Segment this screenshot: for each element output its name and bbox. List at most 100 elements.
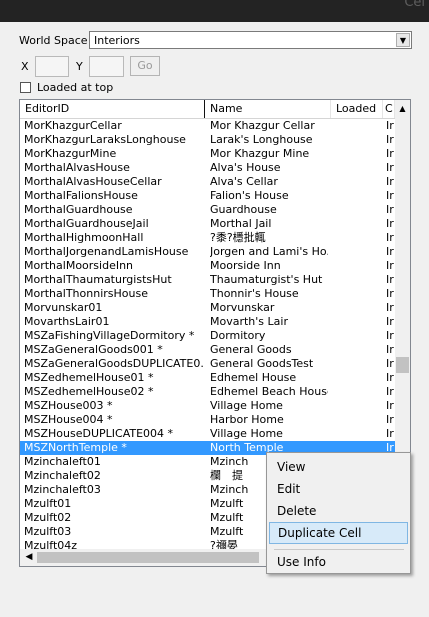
x-label: X [21, 60, 29, 73]
cell-editorid: MSZedhemelHouse01 * [24, 371, 154, 384]
cell-editorid: MorKhazgurMine [24, 147, 117, 160]
dropdown-arrow-icon[interactable]: ▼ [396, 33, 410, 47]
cell-editorid: Mzulft02 [24, 511, 72, 524]
table-row[interactable]: MorthalGuardhouse Guardhouse Ir [20, 203, 395, 217]
cell-name: Morthal Jail [210, 217, 272, 230]
column-header-editorid[interactable]: EditorID [20, 100, 205, 118]
cell-c: Ir [386, 427, 394, 440]
table-row[interactable]: MovarthsLair01 Movarth's Lair Ir [20, 315, 395, 329]
cell-editorid: Mzinchaleft03 [24, 483, 101, 496]
cell-editorid: MorthalGuardhouse [24, 203, 133, 216]
cell-c: Ir [386, 301, 394, 314]
column-header-c[interactable]: C [383, 100, 395, 118]
cell-c: Ir [386, 413, 394, 426]
menu-item-use-info[interactable]: Use Info [269, 551, 408, 573]
cell-editorid: MSZHouse004 * [24, 413, 113, 426]
cell-c: Ir [386, 273, 394, 286]
cell-editorid: MSZHouse003 * [24, 399, 113, 412]
cell-c: Ir [386, 175, 394, 188]
cell-editorid: MorthalThaumaturgistsHut [24, 273, 172, 286]
cell-c: Ir [386, 203, 394, 216]
cell-name: Guardhouse [210, 203, 277, 216]
cell-editorid: Mzinchaleft01 [24, 455, 101, 468]
column-header-loaded[interactable]: Loaded [331, 100, 383, 118]
y-coordinate-input[interactable] [89, 56, 124, 77]
cell-name: Mor Khazgur Mine [210, 147, 310, 160]
cell-c: Ir [386, 357, 394, 370]
table-row[interactable]: MSZaGeneralGoods001 * General Goods Ir [20, 343, 395, 357]
cell-name: Moorside Inn [210, 259, 281, 272]
cell-c: Ir [386, 133, 394, 146]
table-row[interactable]: MSZHouse004 * Harbor Home Ir [20, 413, 395, 427]
cell-name: Thaumaturgist's Hut [210, 273, 323, 286]
cell-name: Jorgen and Lami's Ho... [210, 245, 328, 258]
menu-item-view[interactable]: View [269, 456, 408, 478]
cell-c: Ir [386, 231, 394, 244]
cell-c: Ir [386, 161, 394, 174]
table-row[interactable]: MSZedhemelHouse01 * Edhemel House Ir [20, 371, 395, 385]
table-row[interactable]: Morvunskar01 Morvunskar Ir [20, 301, 395, 315]
table-row[interactable]: MorthalThonnirsHouse Thonnir's House Ir [20, 287, 395, 301]
cell-c: Ir [386, 245, 394, 258]
cell-editorid: MorthalMoorsideInn [24, 259, 134, 272]
loaded-at-top-label: Loaded at top [37, 81, 114, 94]
cell-name: Falion's House [210, 189, 289, 202]
table-row[interactable]: MSZaGeneralGoodsDUPLICATE0... General Goo… [20, 357, 395, 371]
cell-c: Ir [386, 329, 394, 342]
title-bar: Cel [0, 0, 429, 22]
cell-editorid: Mzulft03 [24, 525, 72, 538]
menu-item-duplicate-cell[interactable]: Duplicate Cell [269, 522, 408, 544]
vertical-scroll-thumb[interactable] [396, 357, 409, 373]
menu-item-delete[interactable]: Delete [269, 500, 408, 522]
scroll-up-icon[interactable]: ▲ [395, 102, 410, 116]
cell-name: General GoodsTest [210, 357, 314, 370]
column-header-name[interactable]: Name [205, 100, 331, 118]
cell-name: ?黍?檼批輒 [210, 231, 266, 244]
cell-editorid: MSZNorthTemple * [24, 441, 127, 454]
cell-c: Ir [386, 119, 394, 132]
table-row[interactable]: MSZHouseDUPLICATE004 * Village Home Ir [20, 427, 395, 441]
cell-c: Ir [386, 385, 394, 398]
cell-editorid: MorthalAlvasHouse [24, 161, 130, 174]
table-row[interactable]: MSZaFishingVillageDormitory * Dormitory Ir [20, 329, 395, 343]
table-row[interactable]: MorthalGuardhouseJail Morthal Jail Ir [20, 217, 395, 231]
cell-c: Ir [386, 259, 394, 272]
cell-name: Alva's House [210, 161, 281, 174]
menu-item-edit[interactable]: Edit [269, 478, 408, 500]
table-row[interactable]: MorKhazgurLaraksLonghouse Larak's Longhou… [20, 133, 395, 147]
window-title: Cel [404, 0, 425, 10]
horizontal-scroll-thumb[interactable] [37, 552, 259, 563]
cell-c: Ir [386, 371, 394, 384]
cell-editorid: MSZaFishingVillageDormitory * [24, 329, 195, 342]
table-row[interactable]: MorthalThaumaturgistsHut Thaumaturgist's … [20, 273, 395, 287]
cell-name: Village Home [210, 427, 283, 440]
table-row[interactable]: MorKhazgurMine Mor Khazgur Mine Ir [20, 147, 395, 161]
scroll-left-icon[interactable]: ◀ [22, 550, 36, 564]
table-row[interactable]: MorthalJorgenandLamisHouse Jorgen and Lam… [20, 245, 395, 259]
context-menu: View Edit Delete Duplicate Cell Use Info [266, 452, 411, 574]
cell-name: Larak's Longhouse [210, 133, 313, 146]
cell-editorid: MorKhazgurCellar [24, 119, 122, 132]
go-button[interactable]: Go [130, 56, 160, 76]
cell-name: Dormitory [210, 329, 266, 342]
cell-c: Ir [386, 147, 394, 160]
table-row[interactable]: MSZHouse003 * Village Home Ir [20, 399, 395, 413]
table-row[interactable]: MorthalAlvasHouse Alva's House Ir [20, 161, 395, 175]
menu-separator [274, 549, 404, 550]
x-coordinate-input[interactable] [35, 56, 69, 77]
table-row[interactable]: MorthalHighmoonHall ?黍?檼批輒 Ir [20, 231, 395, 245]
cell-editorid: MorthalJorgenandLamisHouse [24, 245, 189, 258]
table-row[interactable]: MorthalAlvasHouseCellar Alva's Cellar Ir [20, 175, 395, 189]
worldspace-dropdown[interactable]: Interiors ▼ [89, 31, 412, 49]
list-header: EditorID Name Loaded C [20, 100, 395, 119]
cell-c: Ir [386, 343, 394, 356]
table-row[interactable]: MorthalMoorsideInn Moorside Inn Ir [20, 259, 395, 273]
table-row[interactable]: MSZedhemelHouse02 * Edhemel Beach House Ir [20, 385, 395, 399]
table-row[interactable]: MorthalFalionsHouse Falion's House Ir [20, 189, 395, 203]
cell-name: Alva's Cellar [210, 175, 278, 188]
cell-editorid: MSZaGeneralGoods001 * [24, 343, 163, 356]
table-row[interactable]: MorKhazgurCellar Mor Khazgur Cellar Ir [20, 119, 395, 133]
cell-name: Thonnir's House [210, 287, 299, 300]
cell-name: Edhemel House [210, 371, 297, 384]
loaded-at-top-checkbox[interactable] [20, 82, 31, 93]
